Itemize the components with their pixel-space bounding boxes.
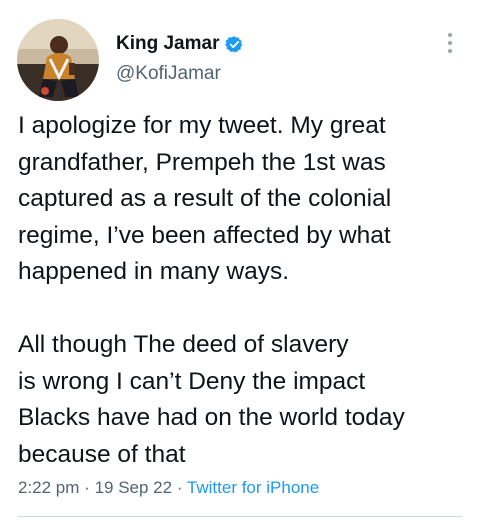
avatar-photo — [17, 19, 99, 101]
meta-separator: · — [176, 478, 183, 497]
tweet-line: because of that — [18, 440, 186, 468]
tweet-text: I apologize for my tweet. My great grand… — [18, 108, 468, 473]
tweet-metadata: 2:22 pm · 19 Sep 22 · Twitter for iPhone — [18, 477, 319, 499]
author-display-name[interactable]: King Jamar — [116, 32, 219, 56]
more-dot — [448, 41, 452, 45]
tweet-source-link[interactable]: Twitter for iPhone — [187, 478, 319, 497]
more-options-icon[interactable] — [440, 30, 460, 56]
tweet-line: Blacks have had on the world today — [18, 404, 405, 431]
tweet-line: I apologize for my tweet. My great — [18, 112, 386, 139]
more-dot — [448, 33, 452, 37]
tweet-time[interactable]: 2:22 pm — [18, 478, 79, 497]
avatar[interactable] — [17, 19, 99, 101]
tweet-line: captured as a result of the colonial — [18, 185, 392, 212]
tweet-line: is wrong I can’t Deny the impact — [18, 367, 366, 395]
author-handle[interactable]: @KofiJamar — [116, 62, 221, 86]
more-dot — [448, 49, 452, 53]
author-name-row[interactable]: King Jamar — [116, 32, 244, 56]
tweet-line: grandfather, Prempeh the 1st was — [18, 148, 386, 176]
meta-separator: · — [84, 478, 90, 497]
tweet-line: regime, I’ve been affected by what — [18, 221, 391, 249]
tweet-line: All though The deed of slavery — [18, 331, 349, 358]
verified-badge-icon — [225, 35, 243, 53]
tweet-date[interactable]: 19 Sep 22 — [95, 478, 173, 497]
tweet-line: happened in many ways. — [18, 258, 290, 285]
divider — [18, 516, 462, 517]
